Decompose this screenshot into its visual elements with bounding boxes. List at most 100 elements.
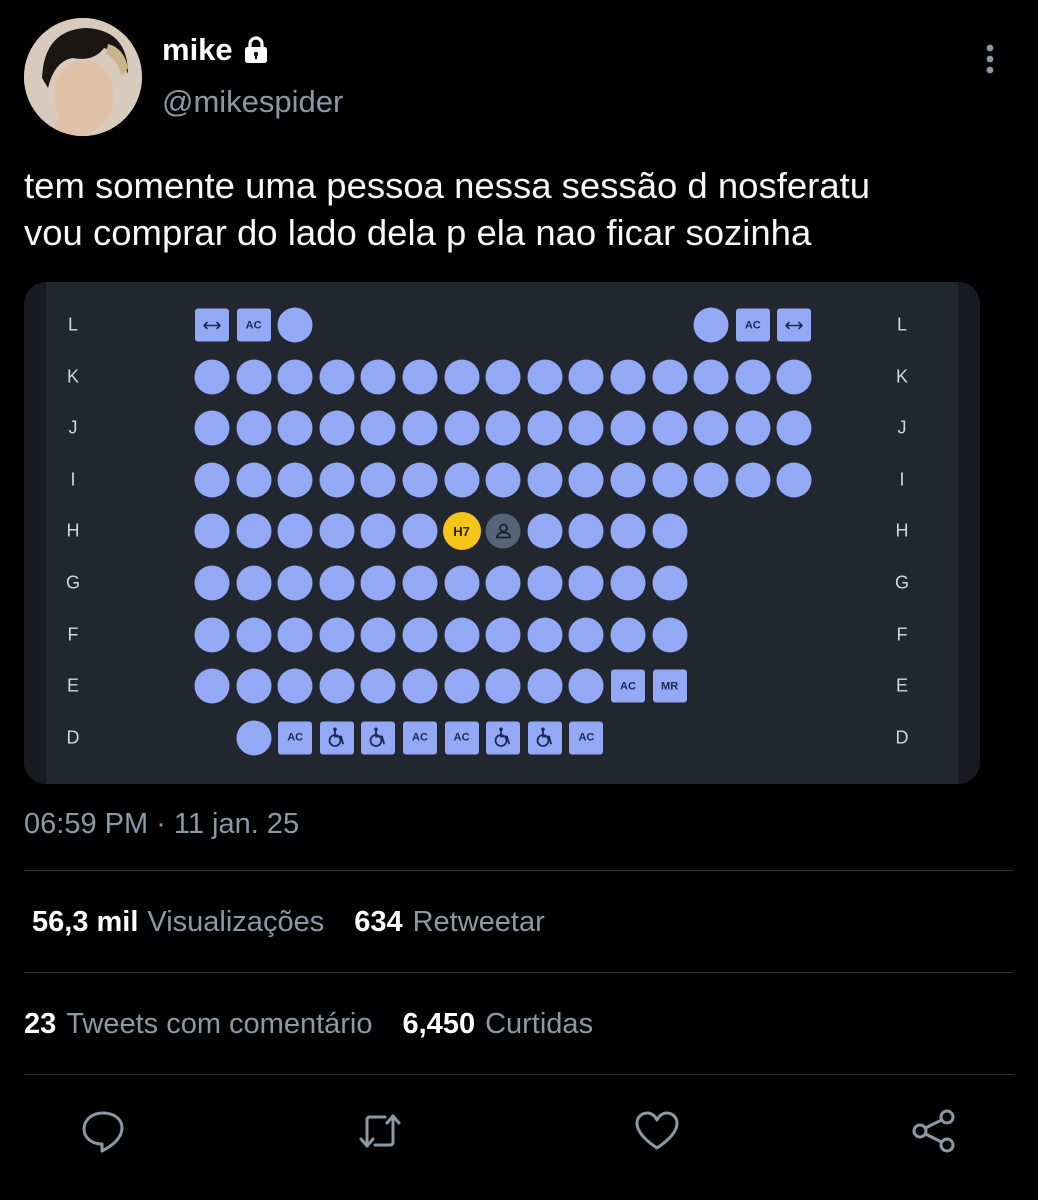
seat[interactable] xyxy=(527,668,563,704)
seat[interactable] xyxy=(277,307,313,343)
seat[interactable] xyxy=(652,462,688,498)
tweet-timestamp[interactable]: 06:59 PM · 11 jan. 25 xyxy=(24,808,299,841)
seat[interactable] xyxy=(402,617,438,653)
seat[interactable] xyxy=(319,462,355,498)
seat[interactable] xyxy=(360,410,396,446)
seat[interactable] xyxy=(236,565,272,601)
seat[interactable] xyxy=(360,359,396,395)
likes-label[interactable]: Curtidas xyxy=(485,1008,593,1041)
seat[interactable] xyxy=(319,617,355,653)
seat[interactable] xyxy=(444,462,480,498)
seat[interactable] xyxy=(236,668,272,704)
seat[interactable] xyxy=(527,359,563,395)
seat[interactable] xyxy=(236,410,272,446)
seat[interactable] xyxy=(194,668,230,704)
seat[interactable] xyxy=(444,359,480,395)
seat[interactable] xyxy=(776,410,812,446)
seat[interactable] xyxy=(277,668,313,704)
likes-count[interactable]: 6,450 xyxy=(403,1008,476,1041)
accessible-companion-seat[interactable]: AC xyxy=(236,308,271,342)
seat[interactable] xyxy=(568,462,604,498)
seat[interactable] xyxy=(360,513,396,549)
seat[interactable] xyxy=(319,359,355,395)
seat[interactable] xyxy=(402,565,438,601)
seat[interactable] xyxy=(319,668,355,704)
double-seat[interactable] xyxy=(777,308,812,342)
seat[interactable] xyxy=(485,359,521,395)
seat[interactable] xyxy=(402,668,438,704)
accessible-companion-seat[interactable]: AC xyxy=(735,308,770,342)
reply-icon[interactable] xyxy=(80,1108,126,1154)
seat[interactable] xyxy=(236,617,272,653)
seat[interactable] xyxy=(444,668,480,704)
share-icon[interactable] xyxy=(911,1108,957,1154)
seat[interactable] xyxy=(610,410,646,446)
seat[interactable] xyxy=(693,307,729,343)
wheelchair-seat[interactable] xyxy=(527,721,562,755)
seat[interactable] xyxy=(610,462,646,498)
seat[interactable] xyxy=(277,462,313,498)
retweet-icon[interactable] xyxy=(357,1108,403,1154)
accessible-companion-seat[interactable]: AC xyxy=(403,721,437,755)
seat[interactable] xyxy=(568,565,604,601)
quotes-count[interactable]: 23 xyxy=(24,1008,56,1041)
seat[interactable] xyxy=(444,617,480,653)
more-options-icon[interactable] xyxy=(978,40,1002,80)
seat-map-image[interactable]: L L AC AC K K J J I I H H H7 G G F F E E AC MR D D AC AC AC AC xyxy=(24,282,980,784)
selected-seat[interactable]: H7 xyxy=(442,512,481,551)
seat[interactable] xyxy=(568,410,604,446)
seat[interactable] xyxy=(568,513,604,549)
seat[interactable] xyxy=(277,617,313,653)
seat[interactable] xyxy=(485,668,521,704)
seat[interactable] xyxy=(693,462,729,498)
seat[interactable] xyxy=(194,617,230,653)
seat[interactable] xyxy=(319,565,355,601)
seat[interactable] xyxy=(735,410,771,446)
like-icon[interactable] xyxy=(634,1108,680,1154)
accessible-companion-seat[interactable]: AC xyxy=(278,721,313,755)
occupied-seat[interactable] xyxy=(485,513,521,549)
seat[interactable] xyxy=(568,359,604,395)
seat[interactable] xyxy=(360,668,396,704)
seat[interactable] xyxy=(485,565,521,601)
mr-seat[interactable]: MR xyxy=(652,669,687,703)
seat[interactable] xyxy=(652,617,688,653)
seat[interactable] xyxy=(652,359,688,395)
seat[interactable] xyxy=(527,513,563,549)
seat[interactable] xyxy=(652,513,688,549)
seat[interactable] xyxy=(194,513,230,549)
seat[interactable] xyxy=(652,410,688,446)
seat[interactable] xyxy=(319,513,355,549)
retweets-label[interactable]: Retweetar xyxy=(413,906,545,939)
seat[interactable] xyxy=(444,410,480,446)
seat[interactable] xyxy=(485,410,521,446)
seat[interactable] xyxy=(693,410,729,446)
seat[interactable] xyxy=(485,617,521,653)
seat[interactable] xyxy=(402,513,438,549)
wheelchair-seat[interactable] xyxy=(319,721,354,755)
seat[interactable] xyxy=(402,359,438,395)
user-handle[interactable]: @mikespider xyxy=(162,84,343,120)
seat[interactable] xyxy=(735,359,771,395)
seat[interactable] xyxy=(527,565,563,601)
seat[interactable] xyxy=(652,565,688,601)
quotes-label[interactable]: Tweets com comentário xyxy=(66,1008,372,1041)
seat[interactable] xyxy=(360,565,396,601)
seat[interactable] xyxy=(485,462,521,498)
seat[interactable] xyxy=(277,513,313,549)
double-seat[interactable] xyxy=(195,308,229,342)
seat[interactable] xyxy=(194,462,230,498)
seat[interactable] xyxy=(735,462,771,498)
wheelchair-seat[interactable] xyxy=(361,721,396,755)
seat[interactable] xyxy=(568,617,604,653)
seat[interactable] xyxy=(277,359,313,395)
seat[interactable] xyxy=(610,565,646,601)
retweets-count[interactable]: 634 xyxy=(354,906,402,939)
seat[interactable] xyxy=(319,410,355,446)
seat[interactable] xyxy=(360,462,396,498)
display-name[interactable]: mike xyxy=(162,32,233,68)
seat[interactable] xyxy=(776,462,812,498)
accessible-companion-seat[interactable]: AC xyxy=(569,721,604,755)
seat[interactable] xyxy=(610,617,646,653)
seat[interactable] xyxy=(194,359,230,395)
